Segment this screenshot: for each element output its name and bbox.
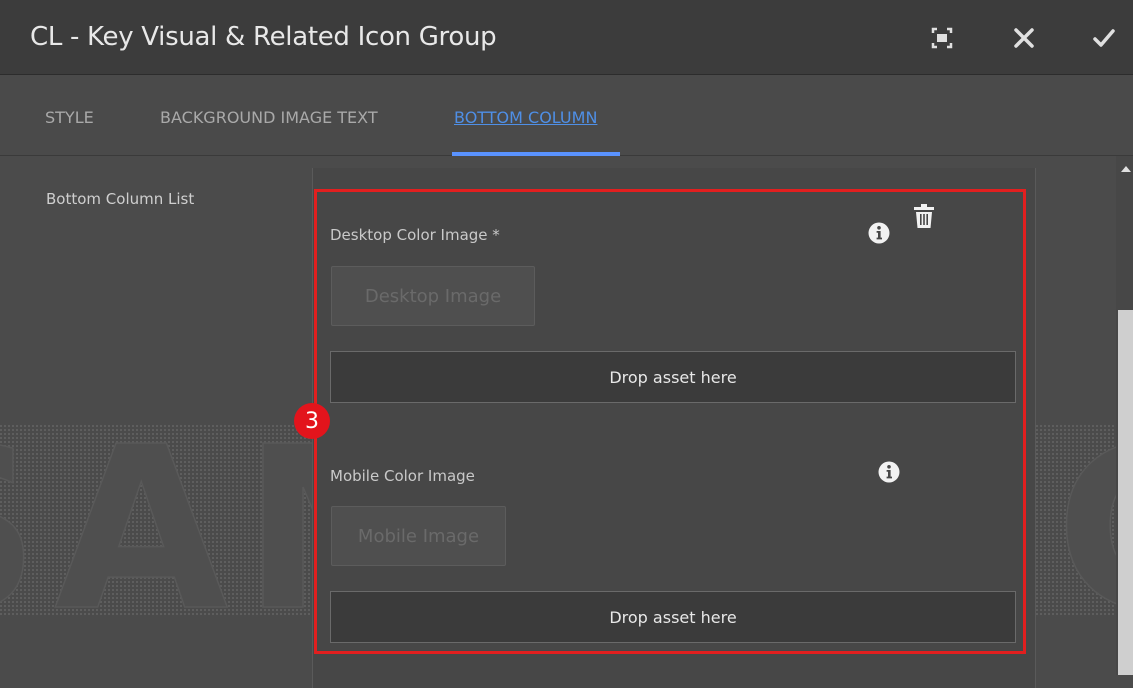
dialog-title: CL - Key Visual & Related Icon Group (30, 22, 497, 52)
close-icon[interactable] (1008, 22, 1040, 54)
step-badge: 3 (294, 403, 330, 439)
tab-bottom-column[interactable]: BOTTOM COLUMN (454, 108, 597, 127)
highlight-box (314, 189, 1026, 654)
tab-background-image-text[interactable]: BACKGROUND IMAGE TEXT (160, 108, 378, 127)
scroll-up-arrow-icon[interactable] (1121, 166, 1131, 172)
bottom-column-list-label: Bottom Column List (46, 190, 195, 208)
check-icon[interactable] (1088, 22, 1120, 54)
scrollbar-thumb[interactable] (1118, 310, 1133, 675)
tab-style[interactable]: STYLE (45, 108, 94, 127)
fullscreen-icon[interactable] (926, 22, 958, 54)
tab-bar: STYLE BACKGROUND IMAGE TEXT BOTTOM COLUM… (0, 75, 1133, 156)
dialog-titlebar: CL - Key Visual & Related Icon Group (0, 0, 1133, 75)
